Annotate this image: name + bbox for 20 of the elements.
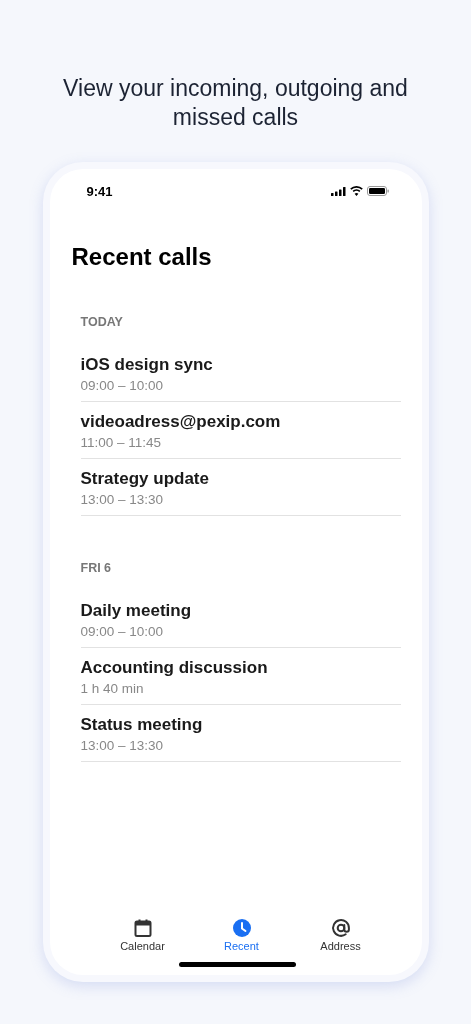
calendar-icon (132, 918, 153, 938)
battery-icon (366, 186, 389, 196)
section-heading: TODAY (80, 315, 124, 329)
headline: View your incoming, outgoing and missed calls (62, 74, 409, 132)
tab[interactable]: Calendar (102, 918, 183, 952)
screen-title: Recent calls (71, 243, 213, 271)
at-sign-icon (330, 918, 351, 938)
tab[interactable]: Address (300, 918, 381, 952)
call-item[interactable]: Accounting discussion 1 h 40 min (80, 653, 401, 705)
section-heading: FRI 6 (80, 561, 113, 575)
tab[interactable]: Recent (201, 918, 282, 952)
call-item[interactable]: videoadress@pexip.com 11:00 – 11:45 (80, 407, 401, 459)
call-item[interactable]: iOS design sync 09:00 – 10:00 (80, 350, 401, 402)
status-time: 9:41 (86, 183, 113, 199)
call-item[interactable]: Daily meeting 09:00 – 10:00 (80, 596, 401, 648)
call-item[interactable]: Strategy update 13:00 – 13:30 (80, 464, 401, 516)
clock-icon (231, 918, 252, 938)
call-item[interactable]: Status meeting 13:00 – 13:30 (80, 710, 401, 762)
signal-icon (330, 186, 346, 196)
wifi-icon (349, 186, 363, 196)
